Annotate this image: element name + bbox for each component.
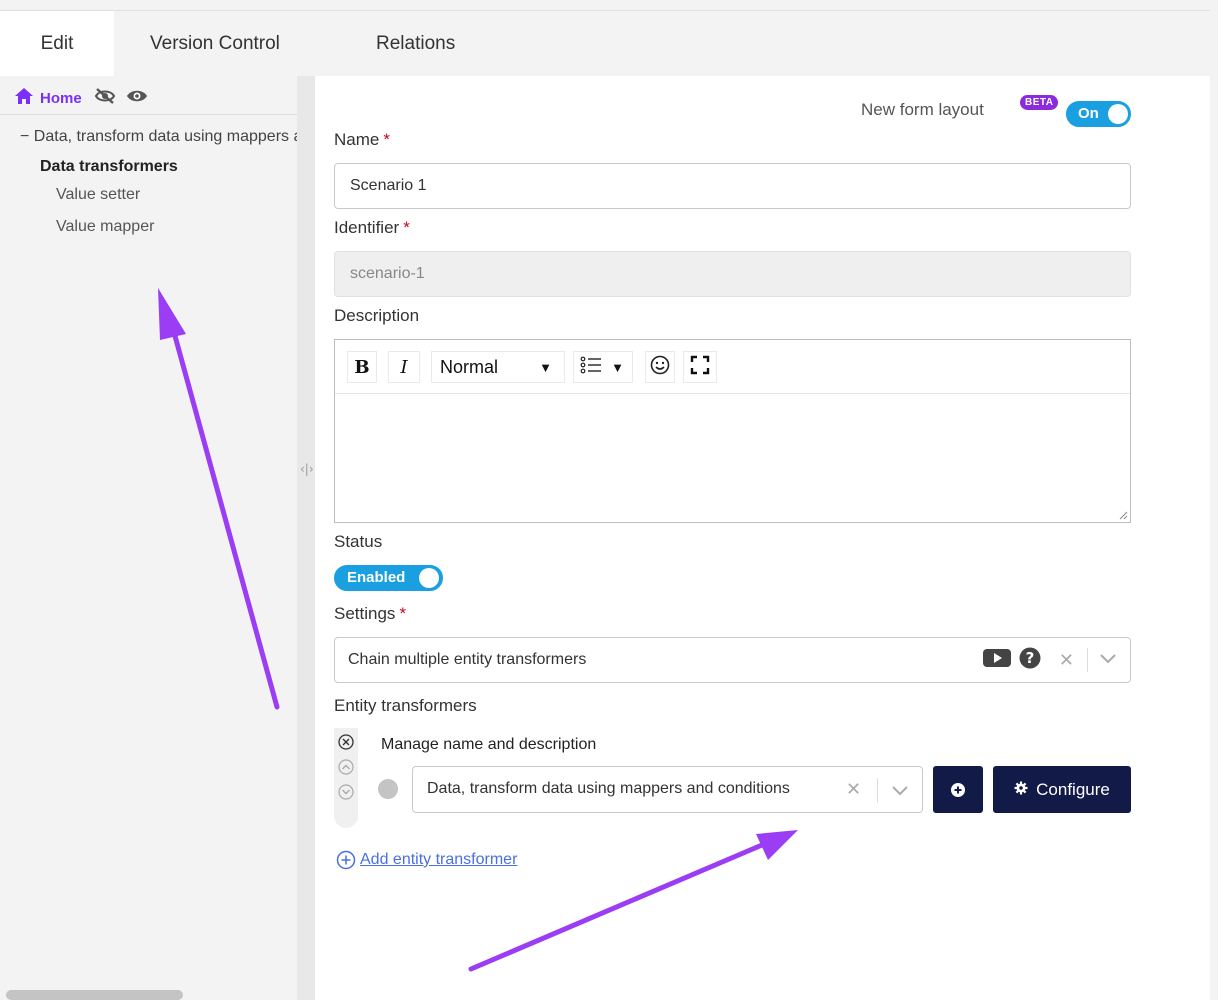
tree-item-value-setter[interactable]: Value setter [56, 186, 140, 204]
chevron-down-icon[interactable] [1100, 651, 1116, 669]
transformer-value: Data, transform data using mappers and c… [427, 780, 790, 797]
caret-down-icon: ▼ [611, 359, 624, 375]
list-icon [580, 356, 602, 379]
plus-circle-icon [951, 782, 965, 797]
transformer-select[interactable]: Data, transform data using mappers and c… [412, 766, 923, 813]
new-form-layout-label: New form layout [861, 100, 984, 119]
emoji-button[interactable] [645, 351, 675, 383]
text-style-select[interactable]: Normal ▼ [431, 351, 565, 383]
plus-circle-icon [336, 850, 356, 870]
italic-button[interactable]: I [388, 351, 420, 383]
fullscreen-icon [690, 355, 710, 380]
tab-edit[interactable]: Edit [0, 11, 114, 77]
name-label: Name * [334, 130, 390, 149]
panel-splitter[interactable]: ‹|› [297, 76, 315, 1000]
form-layout-toggle[interactable]: On [1066, 101, 1131, 127]
resize-handle-icon[interactable]: ‹|› [300, 462, 314, 476]
move-down-icon[interactable] [338, 784, 354, 800]
eye-off-icon[interactable] [94, 87, 116, 109]
list-button[interactable]: ▼ [573, 351, 633, 383]
entity-transformers-label: Entity transformers [334, 696, 477, 715]
add-circle-button[interactable] [933, 766, 983, 813]
settings-label: Settings * [334, 604, 407, 623]
video-icon[interactable] [982, 648, 1011, 673]
settings-select[interactable]: Chain multiple entity transformers ? ✕ [334, 637, 1131, 683]
configure-button[interactable]: Configure [993, 766, 1131, 813]
tab-bar: Edit Version Control Relations [0, 10, 1210, 77]
remove-circle-icon[interactable] [338, 734, 354, 750]
home-link[interactable]: Home [40, 90, 82, 107]
tree-root-item[interactable]: − Data, transform data using mappers and… [20, 128, 297, 146]
editor-toolbar: B I Normal ▼ ▼ [335, 340, 1130, 394]
transformer-status-dot [378, 779, 398, 799]
help-icon[interactable]: ? [1019, 647, 1041, 674]
status-label: Status [334, 532, 383, 551]
add-entity-transformer-link[interactable]: Add entity transformer [336, 850, 517, 870]
toggle-label: On [1078, 105, 1099, 122]
resize-grip-icon[interactable] [1118, 510, 1128, 520]
tab-version-control[interactable]: Version Control [150, 11, 280, 77]
identifier-input: scenario-1 [334, 251, 1131, 297]
description-editor[interactable]: B I Normal ▼ ▼ [334, 339, 1131, 523]
sidebar: Home − Data, transform data using mapper… [0, 76, 297, 1000]
chevron-down-icon[interactable] [892, 786, 908, 796]
status-toggle-label: Enabled [347, 569, 406, 586]
bold-button[interactable]: B [347, 351, 377, 383]
clear-icon[interactable]: ✕ [846, 779, 861, 800]
settings-value: Chain multiple entity transformers [348, 651, 587, 668]
name-input[interactable]: Scenario 1 [334, 163, 1131, 209]
home-icon[interactable] [14, 87, 34, 109]
fullscreen-button[interactable] [683, 351, 717, 383]
clear-icon[interactable]: ✕ [1059, 650, 1074, 671]
move-up-icon[interactable] [338, 759, 354, 775]
eye-icon[interactable] [126, 88, 148, 108]
status-toggle[interactable]: Enabled [334, 565, 443, 591]
gear-icon [1014, 780, 1028, 800]
tree-item-value-mapper[interactable]: Value mapper [56, 218, 154, 236]
svg-text:?: ? [1026, 649, 1035, 667]
manage-name-description-link[interactable]: Manage name and description [381, 736, 596, 754]
horizontal-scrollbar[interactable] [6, 990, 183, 1000]
transformer-controls-rail [334, 728, 358, 828]
caret-down-icon: ▼ [539, 359, 552, 375]
sidebar-header: Home [14, 86, 148, 110]
sidebar-divider [0, 114, 297, 115]
tab-relations[interactable]: Relations [376, 11, 455, 77]
beta-badge: BETA [1020, 95, 1059, 110]
tree-group-data-transformers[interactable]: Data transformers [40, 158, 178, 176]
description-label: Description [334, 306, 420, 325]
identifier-label: Identifier * [334, 218, 410, 237]
edit-form: New form layout BETA On Name * Scenario 1… [315, 76, 1210, 1000]
smiley-icon [650, 355, 670, 380]
